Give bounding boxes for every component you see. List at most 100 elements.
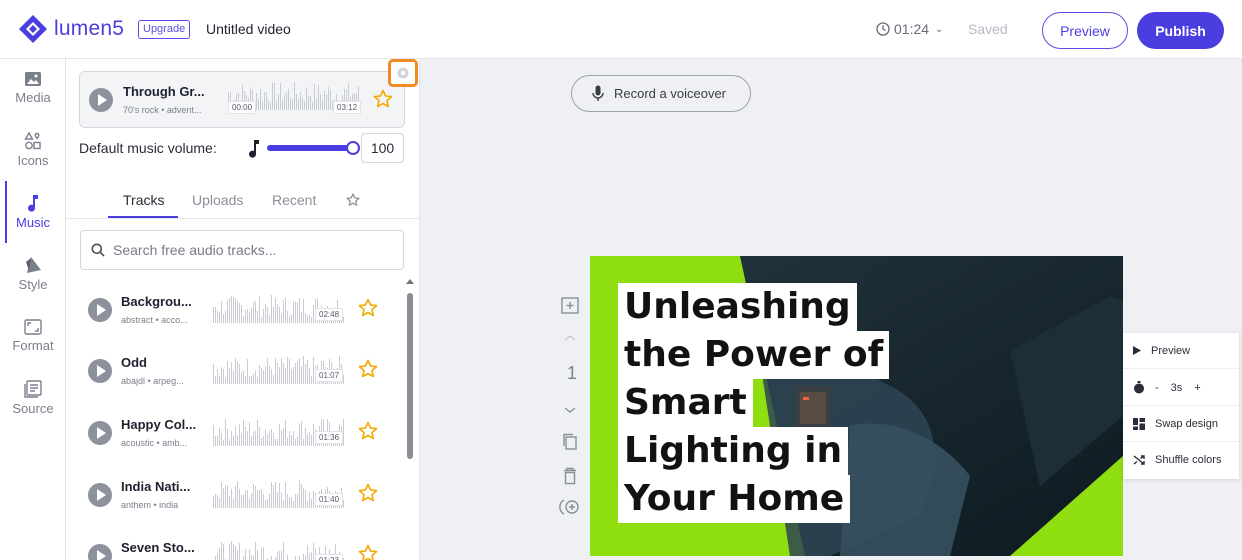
track-duration: 01:23 xyxy=(315,554,344,560)
tab-favorites-star-icon[interactable] xyxy=(346,193,360,207)
rail-label: Source xyxy=(12,401,54,416)
play-icon xyxy=(1133,346,1141,355)
scene-preview-button[interactable]: Preview xyxy=(1123,333,1239,369)
insert-scene-icon[interactable] xyxy=(559,498,583,516)
chevron-down-icon: ⌄ xyxy=(935,23,944,35)
star-icon[interactable] xyxy=(358,544,378,560)
star-icon[interactable] xyxy=(358,483,378,503)
duration-decrease-button[interactable]: - xyxy=(1155,382,1159,394)
play-icon[interactable] xyxy=(88,421,112,445)
track-search[interactable] xyxy=(80,230,404,270)
search-input[interactable] xyxy=(113,240,393,260)
music-panel: Through Gr... 70's rock • advent... 00:0… xyxy=(66,59,420,560)
track-row[interactable]: Happy Col... acoustic • amb... 01:36 xyxy=(86,400,386,460)
article-icon xyxy=(24,380,42,398)
play-icon[interactable] xyxy=(88,483,112,507)
headline-line: Smart xyxy=(618,379,753,427)
current-track-card[interactable]: Through Gr... 70's rock • advent... 00:0… xyxy=(79,71,405,128)
headline-line: the Power of xyxy=(618,331,890,379)
track-row[interactable]: Seven Sto... 01:23 xyxy=(86,523,386,560)
logo[interactable]: lumen5 xyxy=(18,14,124,44)
duration-dropdown[interactable]: 01:24 ⌄ xyxy=(876,21,943,37)
track-name: Happy Col... xyxy=(121,417,197,432)
trash-icon[interactable] xyxy=(561,467,579,485)
track-row[interactable]: Odd abajdl • arpeg... 01:07 xyxy=(86,338,386,398)
record-voiceover-button[interactable]: Record a voiceover xyxy=(571,75,751,112)
track-duration: 01:36 xyxy=(315,431,344,444)
star-icon[interactable] xyxy=(358,359,378,379)
rail-item-media[interactable]: Media xyxy=(0,59,66,117)
tab-tracks[interactable]: Tracks xyxy=(123,192,164,208)
track-name: Odd xyxy=(121,355,147,370)
track-tags: abajdl • arpeg... xyxy=(121,376,184,386)
swap-design-button[interactable]: Swap design xyxy=(1123,406,1239,442)
logo-text: lumen5 xyxy=(54,17,125,40)
tab-recent[interactable]: Recent xyxy=(272,192,316,208)
track-settings-button[interactable] xyxy=(388,59,418,87)
menu-preview-label: Preview xyxy=(1151,344,1191,357)
layout-icon xyxy=(1133,417,1145,430)
publish-button[interactable]: Publish xyxy=(1137,12,1224,49)
shuffle-colors-button[interactable]: Shuffle colors xyxy=(1123,442,1239,478)
track-start-time: 00:00 xyxy=(228,101,257,114)
lumen5-logo-icon xyxy=(19,15,47,43)
add-scene-icon[interactable] xyxy=(561,297,581,315)
rail-item-style[interactable]: Style xyxy=(0,245,66,303)
upgrade-button[interactable]: Upgrade xyxy=(138,20,191,39)
star-icon[interactable] xyxy=(358,421,378,441)
play-icon[interactable] xyxy=(88,359,112,383)
scroll-thumb[interactable] xyxy=(407,293,413,459)
duration-value: 01:24 xyxy=(894,21,930,37)
play-icon[interactable] xyxy=(88,544,112,560)
scroll-up-arrow-icon[interactable] xyxy=(406,279,414,284)
left-rail: Media Icons Music Style Format Source xyxy=(0,59,66,560)
move-down-icon[interactable] xyxy=(561,405,579,415)
scene-duration-control: - 3s + xyxy=(1123,370,1239,406)
play-icon[interactable] xyxy=(88,298,112,322)
move-up-icon[interactable] xyxy=(561,333,579,343)
clock-icon xyxy=(876,22,890,36)
rail-item-music[interactable]: Music xyxy=(0,181,66,243)
active-tab-indicator xyxy=(108,216,178,218)
shapes-icon xyxy=(24,132,41,150)
headline-line: Lighting in xyxy=(618,427,849,475)
scene-duration-value: 3s xyxy=(1170,381,1183,394)
play-icon[interactable] xyxy=(89,88,113,112)
palette-icon xyxy=(26,257,41,273)
volume-slider[interactable] xyxy=(267,141,360,155)
top-bar: lumen5 Upgrade Untitled video 01:24 ⌄ Sa… xyxy=(0,0,1242,59)
track-row[interactable]: Backgrou... abstract • acco... 02:48 xyxy=(86,277,386,337)
rail-label: Format xyxy=(12,338,54,353)
scene-number: 1 xyxy=(567,363,578,383)
tab-uploads[interactable]: Uploads xyxy=(192,192,243,208)
star-icon[interactable] xyxy=(373,89,393,109)
rail-label: Style xyxy=(18,277,48,292)
rail-item-format[interactable]: Format xyxy=(0,307,66,365)
current-track-tags: 70's rock • advent... xyxy=(123,105,202,115)
shuffle-icon xyxy=(1133,455,1145,465)
rail-label: Music xyxy=(16,215,50,230)
music-note-icon xyxy=(28,195,38,212)
track-duration: 01:40 xyxy=(315,493,344,506)
image-icon xyxy=(25,72,41,86)
duration-increase-button[interactable]: + xyxy=(1194,382,1200,394)
project-title[interactable]: Untitled video xyxy=(206,21,291,37)
search-icon xyxy=(91,243,105,257)
preview-button[interactable]: Preview xyxy=(1042,12,1128,49)
resize-icon xyxy=(24,319,42,335)
volume-input[interactable]: 100 xyxy=(361,133,404,163)
stopwatch-icon xyxy=(1134,381,1144,394)
menu-shuffle-label: Shuffle colors xyxy=(1155,454,1222,466)
scrollbar[interactable] xyxy=(405,277,415,560)
rail-label: Icons xyxy=(17,153,49,168)
track-row[interactable]: India Nati... anthem • india 01:40 xyxy=(86,462,386,522)
star-icon[interactable] xyxy=(358,298,378,318)
rail-item-icons[interactable]: Icons xyxy=(0,121,66,179)
music-note-icon xyxy=(249,140,259,158)
headline-line: Unleashing xyxy=(618,283,857,331)
rail-item-source[interactable]: Source xyxy=(0,369,66,427)
track-tags: anthem • india xyxy=(121,500,179,510)
scene-context-menu: Preview - 3s + Swap design Shuffle color… xyxy=(1123,333,1239,479)
duplicate-icon[interactable] xyxy=(561,433,579,451)
volume-slider-handle[interactable] xyxy=(346,141,360,155)
